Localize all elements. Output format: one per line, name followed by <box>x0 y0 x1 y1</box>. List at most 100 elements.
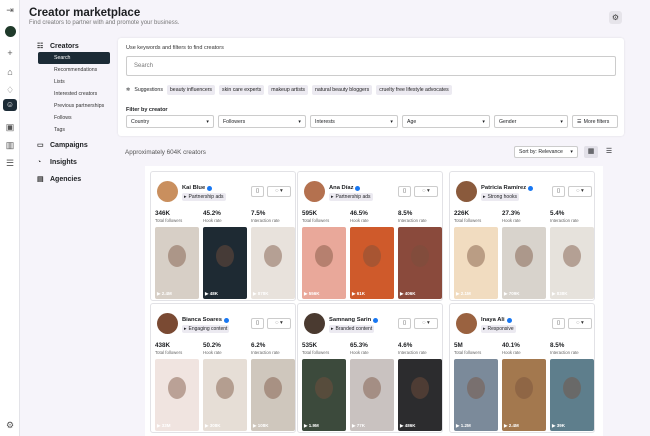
creator-card[interactable]: Ana Díaz ▸ Partnership ads ▯ ◌ ▾ 595K Total fo… <box>297 171 443 301</box>
stat-value: 438K <box>155 342 171 349</box>
bookmark-button[interactable]: ▯ <box>398 318 411 329</box>
bookmark-button[interactable]: ▯ <box>251 186 264 197</box>
stat: 4.6% Interaction rate <box>398 342 446 355</box>
creator-avatar[interactable] <box>304 181 325 202</box>
content-thumbnail[interactable]: ▶ 61K <box>350 227 394 299</box>
creator-avatar[interactable] <box>304 313 325 334</box>
nav-sub-follows[interactable]: Follows <box>29 112 113 124</box>
creator-avatar[interactable] <box>157 313 178 334</box>
content-thumbnail[interactable]: ▶ 2.4M <box>502 359 546 431</box>
message-button[interactable]: ◌ ▾ <box>414 186 438 197</box>
nav-sub-search[interactable]: Search <box>38 52 110 64</box>
people-icon: ☷ <box>37 43 44 50</box>
content-thumbnail[interactable]: ▶ 108K <box>251 359 295 431</box>
content-thumbnail[interactable]: ▶ 308K <box>203 359 247 431</box>
stat-label: Total followers <box>454 350 482 355</box>
content-thumbnail[interactable]: ▶ 2.1M <box>454 227 498 299</box>
content-thumbnail[interactable]: ▶ 77K <box>350 359 394 431</box>
nav-insights[interactable]: ◔ Insights <box>37 156 113 168</box>
message-button[interactable]: ◌ ▾ <box>267 318 291 329</box>
suggestion-chip[interactable]: beauty influencers <box>166 85 216 95</box>
content-thumbnail[interactable]: ▶ 1.2M <box>454 359 498 431</box>
content-thumbnail[interactable]: ▶ 33M <box>155 359 199 431</box>
stat-value: 27.3% <box>502 210 520 217</box>
bookmark-button[interactable]: ▯ <box>251 318 264 329</box>
grid-view-icon[interactable]: ▦ <box>584 146 598 158</box>
expand-icon[interactable]: ⇥ <box>4 4 16 16</box>
message-button[interactable]: ◌ ▾ <box>414 318 438 329</box>
notifications-icon[interactable]: ♢ <box>4 84 16 96</box>
creator-card[interactable]: Patricia Ramírez ▸ Strong hooks ▯ ◌ ▾ 226K Tot… <box>449 171 595 301</box>
bookmark-button[interactable]: ▯ <box>398 186 411 197</box>
nav-campaigns[interactable]: ▭ Campaigns <box>37 139 113 151</box>
suggestion-chip[interactable]: makeup artists <box>268 85 308 95</box>
age-select-label: Age <box>407 118 417 125</box>
stat-label: Interaction rate <box>251 350 280 355</box>
country-select[interactable]: Country ▾ <box>126 115 214 128</box>
play-count: ▶ 308K <box>205 423 221 428</box>
nav-agencies[interactable]: ▤ Agencies <box>37 173 113 185</box>
account-avatar[interactable] <box>5 26 16 37</box>
insights-icon[interactable]: ▥ <box>4 139 16 151</box>
create-icon[interactable]: + <box>4 47 16 59</box>
creator-avatar[interactable] <box>456 313 477 334</box>
content-thumbnail[interactable]: ▶ 838K <box>550 227 594 299</box>
suggestion-chip[interactable]: skin care experts <box>219 85 265 95</box>
gear-icon[interactable]: ⚙ <box>609 11 622 24</box>
menu-icon[interactable]: ☰ <box>4 157 16 169</box>
creator-name[interactable]: Samnang Sarin <box>329 317 379 323</box>
search-input[interactable]: Search <box>126 56 616 76</box>
content-thumbnail[interactable]: ▶ 486K <box>398 359 442 431</box>
nav-sub-interested[interactable]: Interested creators <box>29 88 113 100</box>
suggestion-chip[interactable]: cruelty free lifestyle advocates <box>376 85 452 95</box>
creator-avatar[interactable] <box>456 181 477 202</box>
stat: 46.5% Hook rate <box>350 210 398 223</box>
content-thumbnail[interactable]: ▶ 406K <box>398 227 442 299</box>
home-icon[interactable]: ⌂ <box>4 66 16 78</box>
suggestion-chip[interactable]: natural beauty bloggers <box>311 85 373 95</box>
message-button[interactable]: ◌ ▾ <box>267 186 291 197</box>
creator-badge: ▸ Partnership ads <box>329 193 373 201</box>
content-thumbnail[interactable]: ▶ 2.4M <box>155 227 199 299</box>
creator-card[interactable]: Kai Blue ▸ Partnership ads ▯ ◌ ▾ 346K Total fo… <box>150 171 296 301</box>
suggestions-row: ✲ Suggestions beauty influencers skin ca… <box>126 85 452 95</box>
interests-select[interactable]: Interests ▾ <box>310 115 398 128</box>
bookmark-button[interactable]: ▯ <box>552 186 565 197</box>
age-select[interactable]: Age ▾ <box>402 115 490 128</box>
creator-name[interactable]: Ana Díaz <box>329 185 361 191</box>
creator-name[interactable]: Kai Blue <box>182 185 213 191</box>
message-button[interactable]: ◌ ▾ <box>568 318 592 329</box>
content-thumbnail[interactable]: ▶ 39K <box>550 359 594 431</box>
creator-name[interactable]: Bianca Soares <box>182 317 229 323</box>
creator-avatar[interactable] <box>157 181 178 202</box>
creators-icon[interactable]: ☺ <box>3 99 17 111</box>
creator-badge: ▸ Branded content <box>329 325 375 333</box>
pages-icon[interactable]: ▣ <box>4 121 16 133</box>
bookmark-button[interactable]: ▯ <box>552 318 565 329</box>
caret-down-icon: ▾ <box>298 118 301 125</box>
message-button[interactable]: ◌ ▾ <box>568 186 592 197</box>
creator-name[interactable]: Patricia Ramírez <box>481 185 534 191</box>
creator-card[interactable]: Inaya Ali ▸ Responsive ▯ ◌ ▾ 5M Total follower… <box>449 303 595 433</box>
content-thumbnail[interactable]: ▶ 709K <box>502 227 546 299</box>
list-view-icon[interactable]: ☰ <box>602 146 616 158</box>
content-thumbnail[interactable]: ▶ 1.9M <box>302 359 346 431</box>
nav-sub-lists[interactable]: Lists <box>29 76 113 88</box>
more-filters-button[interactable]: ☰ More filters <box>572 115 618 128</box>
content-thumbnail[interactable]: ▶ 878K <box>251 227 295 299</box>
creator-name[interactable]: Inaya Ali <box>481 317 512 323</box>
sort-label: Sort by: Relevance <box>519 149 563 155</box>
creator-card[interactable]: Samnang Sarin ▸ Branded content ▯ ◌ ▾ 535K Tot… <box>297 303 443 433</box>
nav-creators[interactable]: ☷ Creators <box>37 40 113 52</box>
caret-down-icon: ▾ <box>560 118 563 125</box>
nav-sub-recommendations[interactable]: Recommendations <box>29 64 113 76</box>
gender-select[interactable]: Gender ▾ <box>494 115 568 128</box>
content-thumbnail[interactable]: ▶ 48K <box>203 227 247 299</box>
nav-sub-tags[interactable]: Tags <box>29 124 113 136</box>
sort-select[interactable]: Sort by: Relevance ▾ <box>514 146 578 158</box>
nav-sub-previous[interactable]: Previous partnerships <box>29 100 113 112</box>
settings-icon[interactable]: ⚙ <box>4 419 16 431</box>
followers-select[interactable]: Followers ▾ <box>218 115 306 128</box>
creator-card[interactable]: Bianca Soares ▸ Engaging content ▯ ◌ ▾ 438K To… <box>150 303 296 433</box>
content-thumbnail[interactable]: ▶ 556K <box>302 227 346 299</box>
